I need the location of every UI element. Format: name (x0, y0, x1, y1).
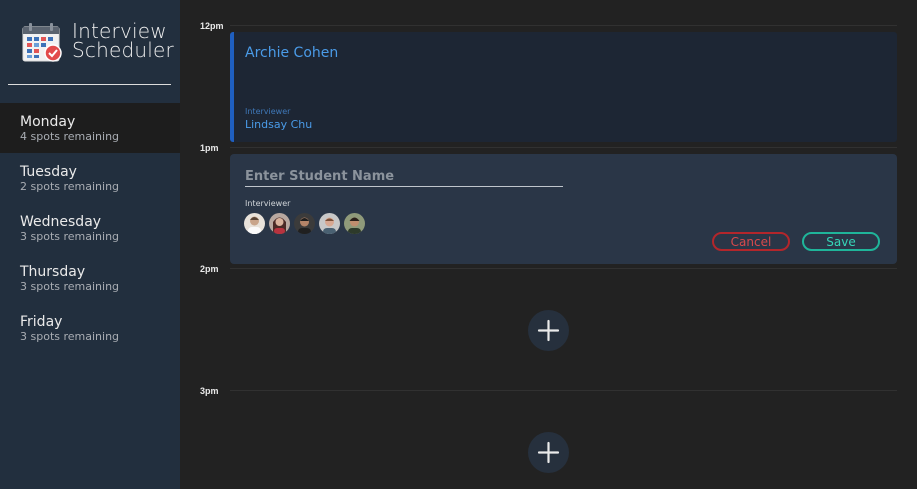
interviewer-avatar[interactable] (269, 213, 290, 234)
day-spots: 2 spots remaining (20, 180, 120, 193)
app-logo: Interview Scheduler (8, 0, 174, 85)
day-name: Friday (20, 314, 63, 330)
sidebar-day-tuesday[interactable]: Tuesday 2 spots remaining (0, 153, 180, 203)
day-spots: 3 spots remaining (20, 280, 120, 293)
sidebar-day-wednesday[interactable]: Wednesday 3 spots remaining (0, 203, 180, 253)
interviewer-label: Interviewer (245, 107, 291, 116)
app-title-line2: Scheduler (72, 38, 174, 62)
hour-divider (230, 390, 897, 391)
plus-icon (537, 319, 560, 342)
app-title: Interview Scheduler (72, 21, 174, 62)
day-spots: 3 spots remaining (20, 330, 120, 343)
day-spots: 4 spots remaining (20, 130, 120, 143)
interviewer-name: Lindsay Chu (245, 118, 313, 131)
cancel-button[interactable]: Cancel (712, 232, 790, 251)
sidebar-day-friday[interactable]: Friday 3 spots remaining (0, 303, 180, 353)
day-name: Tuesday (20, 164, 77, 180)
day-name: Monday (20, 114, 76, 130)
time-label-3pm: 3pm (200, 386, 219, 396)
student-name-input[interactable] (245, 166, 563, 187)
time-label-1pm: 1pm (200, 143, 219, 153)
interviewer-avatar[interactable] (294, 213, 315, 234)
interviewer-avatar[interactable] (244, 213, 265, 234)
calendar-check-icon (22, 23, 62, 62)
hour-divider (230, 268, 897, 269)
appointment-form: Interviewer Cancel Save (230, 154, 897, 264)
booked-appointment[interactable]: Archie Cohen Interviewer Lindsay Chu (230, 32, 897, 142)
plus-icon (537, 441, 560, 464)
day-name: Wednesday (20, 214, 102, 230)
student-name: Archie Cohen (245, 45, 339, 61)
save-button[interactable]: Save (802, 232, 880, 251)
add-appointment-button[interactable] (528, 310, 569, 351)
day-name: Thursday (20, 264, 86, 280)
interviewer-avatar[interactable] (344, 213, 365, 234)
hour-divider (230, 147, 897, 148)
interviewer-avatar[interactable] (319, 213, 340, 234)
hour-divider (230, 25, 897, 26)
add-appointment-button[interactable] (528, 432, 569, 473)
time-label-12pm: 12pm (200, 21, 224, 31)
sidebar-day-monday[interactable]: Monday 4 spots remaining (0, 103, 180, 153)
sidebar: Interview Scheduler Monday 4 spots remai… (0, 0, 180, 489)
time-label-2pm: 2pm (200, 264, 219, 274)
day-spots: 3 spots remaining (20, 230, 120, 243)
interviewer-label: Interviewer (245, 199, 291, 208)
sidebar-day-thursday[interactable]: Thursday 3 spots remaining (0, 253, 180, 303)
